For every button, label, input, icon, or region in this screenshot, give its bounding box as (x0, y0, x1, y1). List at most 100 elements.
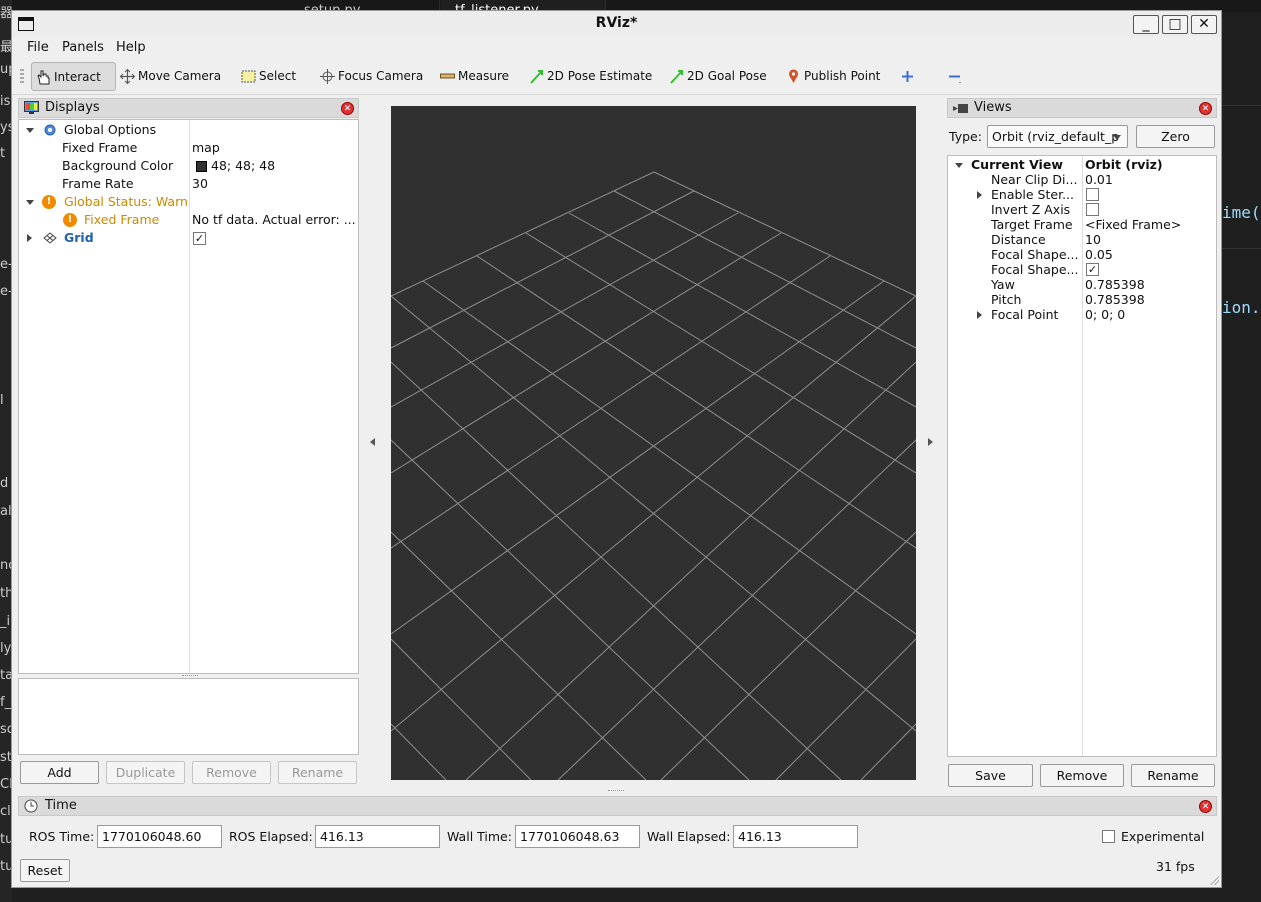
focus-camera-label: Focus Camera (338, 69, 424, 83)
expand-arrow-icon[interactable] (955, 163, 963, 168)
minus-icon (949, 75, 961, 83)
menu-panels[interactable]: Panels (62, 40, 104, 55)
minimize-button[interactable]: _ (1133, 15, 1159, 34)
collapse-left-icon[interactable] (370, 438, 375, 446)
expand-arrow-icon[interactable] (977, 191, 982, 199)
warning-icon: ! (63, 213, 77, 227)
fixed-frame-status-label: Fixed Frame (84, 212, 160, 227)
invert-z-checkbox[interactable] (1086, 203, 1099, 216)
wall-time-field[interactable]: 1770106048.63 (515, 825, 640, 848)
remove-view-button[interactable]: Remove (1040, 764, 1124, 787)
tree-row-grid[interactable]: Grid (19, 229, 189, 247)
add-tool-button[interactable] (897, 62, 917, 91)
expand-arrow-icon[interactable] (977, 311, 982, 319)
zero-view-button[interactable]: Zero (1136, 125, 1215, 148)
focal-shape-fixed-checkbox[interactable]: ✓ (1086, 263, 1099, 276)
ros-elapsed-field[interactable]: 416.13 (315, 825, 440, 848)
fixed-frame-error[interactable]: No tf data. Actual error: ... (192, 211, 356, 229)
close-icon[interactable]: ✕ (1199, 800, 1212, 813)
chevron-down-icon (1113, 135, 1121, 140)
bg-code: ime( (1222, 203, 1261, 222)
fixed-frame-value[interactable]: map (192, 139, 220, 157)
camera-icon (953, 104, 968, 113)
ros-time-field[interactable]: 1770106048.60 (97, 825, 222, 848)
measure-tool-button[interactable]: Measure (436, 62, 509, 91)
tree-row-fixed-frame-status[interactable]: ! Fixed Frame (19, 211, 189, 229)
experimental-checkbox[interactable] (1102, 830, 1115, 843)
views-panel-header[interactable]: Views ✕ (947, 98, 1217, 118)
map-pin-icon (789, 69, 798, 83)
tree-row-global-options[interactable]: Global Options (19, 121, 189, 139)
add-display-button[interactable]: Add (20, 761, 99, 784)
displays-tree[interactable]: Global Options Fixed Frame map Backgroun… (18, 119, 359, 674)
tree-row-focal-point[interactable]: Focal Point (948, 306, 1082, 324)
close-button[interactable]: ✕ (1191, 15, 1217, 34)
hand-pointer-icon (37, 70, 50, 85)
tree-row-global-status[interactable]: ! Global Status: Warn (19, 193, 189, 211)
background-color-value[interactable]: 48; 48; 48 (196, 157, 275, 175)
fixed-frame-label: Fixed Frame (62, 140, 138, 155)
time-panel-header[interactable]: Time ✕ (18, 796, 1217, 816)
goal-pose-label: 2D Goal Pose (687, 69, 767, 83)
select-tool-button[interactable]: Select (237, 62, 296, 91)
expand-arrow-icon[interactable] (26, 128, 34, 133)
remove-display-button[interactable]: Remove (192, 761, 271, 784)
menu-bar: File Panels Help (12, 37, 1221, 59)
focal-shape-size-value[interactable]: 0.05 (1085, 246, 1113, 264)
title-bar[interactable]: RViz* _ □ ✕ (12, 11, 1221, 37)
goal-pose-tool-button[interactable]: 2D Goal Pose (665, 62, 767, 91)
reset-button[interactable]: Reset (20, 859, 70, 882)
menu-file[interactable]: File (27, 40, 49, 55)
wall-time-label: Wall Time: (447, 829, 512, 844)
splitter-handle[interactable] (182, 675, 198, 677)
frame-rate-value[interactable]: 30 (192, 175, 208, 193)
views-title: Views (974, 100, 1012, 115)
wall-elapsed-field[interactable]: 416.13 (733, 825, 858, 848)
close-icon[interactable]: ✕ (1199, 102, 1212, 115)
pose-estimate-tool-button[interactable]: 2D Pose Estimate (525, 62, 652, 91)
column-divider[interactable] (189, 120, 190, 673)
bg-code: ion. (1222, 298, 1261, 317)
splitter-handle[interactable] (608, 790, 624, 792)
rename-view-button[interactable]: Rename (1131, 764, 1215, 787)
toolbar-grip-icon[interactable] (20, 69, 24, 85)
rename-display-button[interactable]: Rename (278, 761, 357, 784)
publish-point-tool-button[interactable]: Publish Point (782, 62, 880, 91)
remove-tool-button[interactable] (944, 62, 970, 91)
near-clip-value[interactable]: 0.01 (1085, 171, 1113, 189)
column-divider[interactable] (1082, 156, 1083, 756)
displays-panel-header[interactable]: Displays ✕ (18, 98, 359, 118)
view-type-value: Orbit (rviz_default_p (992, 129, 1120, 144)
tool-bar: Interact Move Camera Select Focus Camera… (12, 59, 1221, 95)
resize-grip-icon[interactable] (1209, 875, 1219, 885)
view-type-label: Type: (949, 129, 982, 144)
move-camera-tool-button[interactable]: Move Camera (116, 62, 221, 91)
view-type-select[interactable]: Orbit (rviz_default_p (987, 125, 1128, 148)
views-tree[interactable]: Current View Orbit (rviz) Near Clip Di..… (947, 155, 1217, 757)
ruler-icon (440, 73, 455, 79)
experimental-label: Experimental (1121, 829, 1205, 844)
green-arrow-icon (530, 70, 543, 84)
time-title: Time (45, 798, 77, 813)
maximize-button[interactable]: □ (1162, 15, 1188, 34)
frame-rate-label: Frame Rate (62, 176, 134, 191)
duplicate-display-button[interactable]: Duplicate (106, 761, 185, 784)
expand-arrow-icon[interactable] (26, 200, 34, 205)
rviz-window: RViz* _ □ ✕ File Panels Help Interact Mo… (11, 10, 1222, 888)
close-icon[interactable]: ✕ (341, 102, 354, 115)
grid-icon (43, 232, 57, 244)
collapse-right-icon[interactable] (928, 438, 933, 446)
focus-camera-tool-button[interactable]: Focus Camera (316, 62, 423, 91)
grid-enabled-checkbox[interactable]: ✓ (193, 232, 206, 245)
warning-icon: ! (42, 195, 56, 209)
menu-help[interactable]: Help (116, 40, 146, 55)
clock-icon (24, 799, 38, 813)
background-color-text: 48; 48; 48 (211, 158, 276, 173)
wall-elapsed-label: Wall Elapsed: (647, 829, 731, 844)
focal-point-value[interactable]: 0; 0; 0 (1085, 306, 1125, 324)
render-viewport[interactable] (391, 106, 916, 780)
interact-tool-button[interactable]: Interact (31, 62, 116, 91)
expand-arrow-icon[interactable] (27, 234, 32, 242)
save-view-button[interactable]: Save (948, 764, 1033, 787)
enable-stereo-checkbox[interactable] (1086, 188, 1099, 201)
